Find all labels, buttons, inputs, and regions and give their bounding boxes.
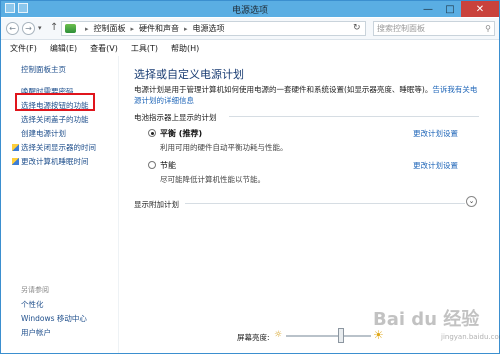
watermark-url: jingyan.baidu.com [441, 333, 500, 341]
plan-power-saver-name[interactable]: 节能 [160, 160, 176, 171]
refresh-icon[interactable]: ↻ [353, 23, 361, 33]
plan-balanced-name[interactable]: 平衡 (推荐) [160, 128, 202, 139]
breadcrumb-separator-icon[interactable]: ▸ [85, 25, 89, 33]
page-description: 电源计划是用于管理计算机如何使用电源的一套硬件和系统设置(如显示器亮度、睡眠等)… [134, 84, 482, 106]
search-placeholder: 搜索控制面板 [377, 24, 425, 33]
watermark-logo: Bai du 经验 [373, 309, 480, 330]
sidebar-item-create-plan[interactable]: 创建电源计划 [21, 128, 66, 139]
search-input[interactable]: 搜索控制面板 ⚲ [373, 21, 495, 36]
section-heading: 电池指示器上显示的计划 [134, 113, 217, 122]
breadcrumb-item[interactable]: 硬件和声音 [139, 23, 179, 34]
sidebar-item-label: 更改计算机睡眠时间 [21, 157, 89, 166]
sidebar-home-link[interactable]: 控制面板主页 [21, 64, 66, 75]
plan-power-saver-radio[interactable] [148, 161, 156, 169]
plan-balanced-description: 利用可用的硬件自动平衡功耗与性能。 [160, 143, 288, 152]
forward-icon[interactable]: → [22, 22, 35, 35]
plan-balanced-radio[interactable] [148, 129, 156, 137]
breadcrumb-item[interactable]: 控制面板 [94, 23, 126, 34]
menu-view[interactable]: 查看(V) [90, 43, 118, 54]
menu-help[interactable]: 帮助(H) [171, 43, 199, 54]
sidebar-item-display-off[interactable]: 选择关闭显示器的时间 [12, 142, 96, 153]
sidebar-item-sleep-time[interactable]: 更改计算机睡眠时间 [12, 156, 89, 167]
title-bar: 电源选项 — □ ✕ [1, 1, 499, 17]
minimize-button[interactable]: — [417, 1, 439, 17]
plan-balanced-settings-link[interactable]: 更改计划设置 [413, 128, 458, 139]
power-options-window: 电源选项 — □ ✕ ← → ▾ ↑ ▸ 控制面板 ▸ 硬件和声音 ▸ 电源选项… [0, 0, 500, 354]
brightness-label: 屏幕亮度: [237, 333, 270, 342]
menu-tools[interactable]: 工具(T) [131, 43, 158, 54]
search-icon[interactable]: ⚲ [485, 22, 491, 35]
shield-icon [12, 158, 19, 165]
breadcrumb-separator-icon[interactable]: ▸ [131, 25, 135, 33]
address-field[interactable]: ▸ 控制面板 ▸ 硬件和声音 ▸ 电源选项 [61, 21, 366, 36]
section-divider [229, 116, 479, 117]
see-also-heading: 另请参阅 [21, 286, 49, 294]
show-additional-plans-label[interactable]: 显示附加计划 [134, 199, 179, 210]
up-icon[interactable]: ↑ [50, 22, 58, 33]
additional-plans-divider [185, 203, 465, 204]
plan-power-saver-description: 尽可能降低计算机性能以节能。 [160, 175, 265, 184]
shield-icon [12, 144, 19, 151]
see-also-mobility-center[interactable]: Windows 移动中心 [21, 313, 87, 324]
see-also-user-accounts[interactable]: 用户帐户 [21, 327, 51, 338]
brightness-slider-thumb[interactable] [338, 328, 345, 343]
address-bar: ← → ▾ ↑ ▸ 控制面板 ▸ 硬件和声音 ▸ 电源选项 ↻ 搜索控制面板 ⚲ [1, 18, 499, 40]
plan-power-saver-settings-link[interactable]: 更改计划设置 [413, 160, 458, 171]
dim-brightness-icon: ☼ [274, 330, 283, 340]
description-text: 电源计划是用于管理计算机如何使用电源的一套硬件和系统设置(如显示器亮度、睡眠等)… [134, 85, 433, 94]
annotation-highlight-box [15, 93, 95, 111]
breadcrumb-separator-icon[interactable]: ▸ [184, 25, 188, 33]
sidebar-item-label: 选择关闭显示器的时间 [21, 143, 96, 152]
menu-bar: 文件(F) 编辑(E) 查看(V) 工具(T) 帮助(H) [1, 41, 499, 55]
close-button[interactable]: ✕ [461, 1, 499, 17]
sidebar-item-lid-close[interactable]: 选择关闭盖子的功能 [21, 114, 89, 125]
menu-file[interactable]: 文件(F) [10, 43, 37, 54]
maximize-button[interactable]: □ [439, 1, 461, 17]
history-dropdown-icon[interactable]: ▾ [38, 24, 42, 32]
see-also-personalization[interactable]: 个性化 [21, 299, 44, 310]
breadcrumb-item[interactable]: 电源选项 [193, 23, 225, 34]
control-panel-icon [65, 24, 76, 33]
brightness-slider[interactable] [286, 335, 371, 337]
chevron-down-icon[interactable]: ⌄ [466, 196, 477, 207]
menu-edit[interactable]: 编辑(E) [50, 43, 77, 54]
back-icon[interactable]: ← [6, 22, 19, 35]
page-title: 选择或自定义电源计划 [134, 68, 244, 81]
